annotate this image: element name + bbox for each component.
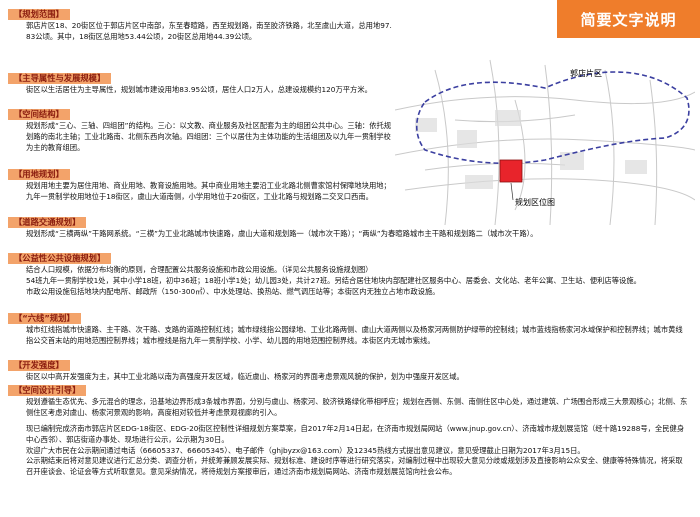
section-text: 郭店片区18、20街区位于郭店片区中南部，东至春暄路，西至规划路，南至胶济铁路，… (26, 21, 392, 41)
section-title: 【空间设计引导】 (8, 385, 87, 396)
section-scope: 【规划范围】 郭店片区18、20街区位于郭店片区中南部，东至春暄路，西至规划路，… (8, 2, 393, 43)
section-six-lines: 【“六线”规划】 城市红线指城市快速路、主干路、次干路、支路的道路控制红线；城市… (8, 306, 688, 347)
footer-paragraph: 现已编制完成济南市郭店片区EDG-18街区、EDG-20街区控制性详细规划方案草… (26, 424, 685, 444)
section-spatial-design: 【空间设计引导】 规划遵循生态优先、多元混合的理念，沿基地边界形成3条城市界面，… (8, 378, 688, 419)
section-structure: 【空间结构】 规划形成“三心、三轴、四组团”的结构。三心：以文教、商业服务及社区… (8, 102, 393, 153)
footer-paragraph: 欢迎广大市民在公示期间通过电话（66605337、66605345）、电子邮件（… (26, 445, 585, 455)
section-title: 【用地规划】 (8, 169, 70, 180)
section-title: 【道路交通规划】 (8, 217, 87, 228)
section-text: 54班九年一贯制学校1处，其中小学18班，初中36班；18班小学1处；幼儿园3处… (26, 275, 641, 285)
section-notice: 现已编制完成济南市郭店片区EDG-18街区、EDG-20街区控制性详细规划方案草… (8, 424, 688, 478)
footer-paragraph: 公示期结束后将对意见建议进行汇总分类、调查分析，并统筹兼顾发展实际、规划标准、建… (26, 456, 683, 477)
section-landuse: 【用地规划】 规划用地主要为居住用地、商业用地、教育设施用地。其中商业用地主要沿… (8, 162, 398, 203)
section-title: 【开发强度】 (8, 360, 70, 371)
map-caption: 规划区位图 (515, 197, 555, 207)
planning-site-marker (499, 159, 523, 183)
section-text: 市政公用设施包括地块内配电所、邮政所（150-300㎡）、中水处理站、换热站、燃… (26, 286, 440, 296)
section-title: 【规划范围】 (8, 9, 70, 20)
page-banner: 简要文字说明 (557, 0, 700, 38)
section-text: 规划形成“三横两纵”干路网系统。“三横”为工业北路城市快速路，虞山大道和规划路一… (26, 229, 538, 238)
section-text: 规划用地主要为居住用地、商业用地、教育设施用地。其中商业用地主要沿工业北路北侧曹… (26, 181, 391, 201)
section-public-facilities: 【公益性公共设施规划】 结合人口规模，依据分布均衡的原则，合理配置公共服务设施和… (8, 246, 688, 297)
section-text: 规划形成“三心、三轴、四组团”的结构。三心：以文教、商业服务及社区配套为主的组团… (26, 121, 392, 152)
section-text: 街区以生活居住为主导属性，规划城市建设用地83.95公顷，居住人口2万人，总建设… (26, 85, 372, 94)
section-text: 城市红线指城市快速路、主干路、次干路、支路的道路控制红线；城市绿线指公园绿地、工… (26, 325, 683, 345)
district-label: 郭店片区 (570, 68, 602, 78)
section-title: 【“六线”规划】 (8, 313, 81, 324)
section-attributes: 【主导属性与发展规模】 街区以生活居住为主导属性，规划城市建设用地83.95公顷… (8, 66, 393, 96)
section-title: 【公益性公共设施规划】 (8, 253, 112, 264)
section-text: 规划遵循生态优先、多元混合的理念，沿基地边界形成3条城市界面，分别与虞山、杨家河… (26, 397, 688, 417)
page: 简要文字说明 【规划范围】 郭店片区18、20街区位于郭店片区中南部，东至春暄路… (0, 0, 700, 517)
location-map: 郭店片区 规划区位图 (395, 40, 695, 225)
section-text: 结合人口规模，依据分布均衡的原则，合理配置公共服务设施和市政公用设施。（详见公共… (26, 265, 373, 274)
section-title: 【主导属性与发展规模】 (8, 73, 112, 84)
section-title: 【空间结构】 (8, 109, 70, 120)
